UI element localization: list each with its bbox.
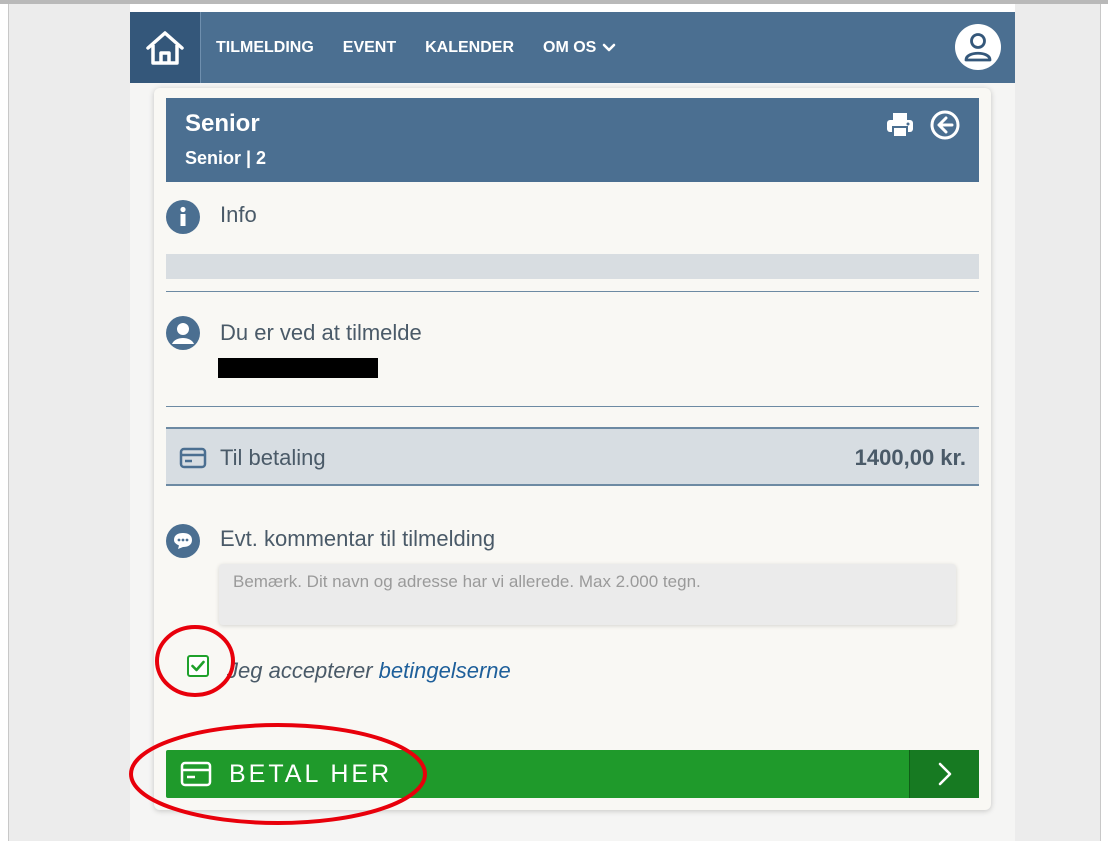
registrant-label: Du er ved at tilmelde [220,320,422,345]
info-content-bar [166,254,979,279]
nav-kalender[interactable]: KALENDER [425,39,514,57]
home-icon [146,30,184,65]
pay-button-label: BETAL HER [229,760,393,788]
user-icon [964,33,992,62]
print-button[interactable] [886,112,914,143]
payment-summary: Til betaling 1400,00 kr. [166,427,979,486]
redacted-name [218,358,378,378]
back-button[interactable] [930,110,960,145]
comment-label: Evt. kommentar til tilmelding [220,526,496,551]
pay-button[interactable]: BETAL HER [166,750,979,798]
check-icon [191,660,205,672]
card-subtitle: Senior | 2 [185,148,267,168]
divider [166,406,979,407]
user-profile-button[interactable] [955,24,1001,70]
nav-event[interactable]: EVENT [343,39,396,57]
top-navbar: TILMELDING EVENT KALENDER OM OS [130,12,1015,83]
terms-link[interactable]: betingelserne [379,658,511,683]
chevron-down-icon [603,43,616,51]
credit-card-icon [180,761,212,787]
info-icon [166,200,200,234]
nav-om-os-label: OM OS [543,38,597,56]
nav-om-os[interactable]: OM OS [543,39,616,57]
user-circle-icon [166,316,200,350]
payment-amount: 1400,00 kr. [854,445,966,470]
pay-button-arrow[interactable] [909,750,979,798]
right-margin [1015,4,1101,841]
terms-prefix: Jeg accepterer [227,658,379,683]
nav-links: TILMELDING EVENT KALENDER OM OS [216,12,645,83]
comment-input[interactable] [219,564,956,625]
terms-text: Jeg accepterer betingelserne [227,658,511,684]
terms-checkbox[interactable] [187,655,209,677]
info-label: Info [220,202,257,227]
divider [166,291,979,292]
print-icon [887,113,913,138]
registration-card: Senior Senior | 2 Info Du er ved at tilm… [154,88,991,810]
comment-icon [166,524,200,558]
card-header: Senior Senior | 2 [166,98,979,182]
chevron-right-icon [938,762,951,786]
nav-tilmelding[interactable]: TILMELDING [216,39,314,57]
payment-label: Til betaling [220,445,326,470]
arrow-left-circle-icon [930,110,960,140]
home-button[interactable] [130,12,201,83]
card-title: Senior [185,110,260,137]
page: TILMELDING EVENT KALENDER OM OS Senior S… [130,12,1015,841]
credit-card-icon [179,447,207,469]
window-top-border [0,0,1108,4]
left-margin [8,4,130,841]
